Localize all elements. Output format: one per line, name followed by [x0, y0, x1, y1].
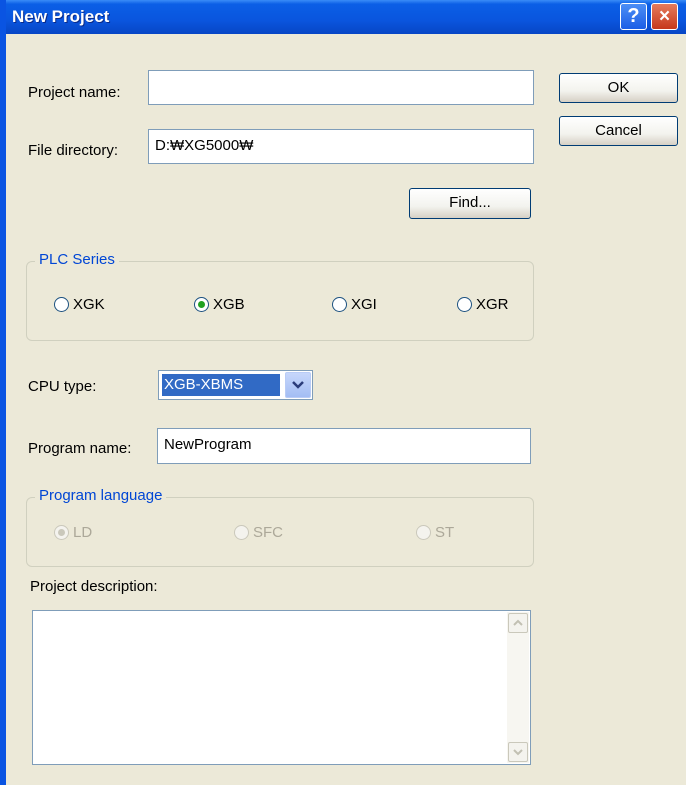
new-project-dialog: New Project ? × Project name: File direc… [0, 0, 686, 785]
cpu-type-label: CPU type: [28, 378, 97, 395]
chevron-down-icon[interactable] [285, 372, 311, 398]
help-icon: ? [627, 5, 640, 27]
radio-selected-icon [54, 525, 69, 540]
file-directory-label: File directory: [28, 142, 119, 159]
chevron-down-icon [513, 749, 523, 756]
radio-xgi-label: XGI [351, 296, 377, 313]
radio-st-label: ST [435, 524, 455, 541]
close-button[interactable]: × [651, 3, 678, 30]
project-description-textarea[interactable] [32, 610, 531, 765]
file-directory-input[interactable]: D:₩XG5000₩ [148, 129, 534, 164]
radio-xgk-label: XGK [73, 296, 105, 313]
radio-xgb-label: XGB [213, 296, 245, 313]
radio-circle-icon [457, 297, 472, 312]
program-name-input[interactable]: NewProgram [157, 428, 531, 464]
help-button[interactable]: ? [620, 3, 647, 30]
cpu-type-select[interactable]: XGB-XBMS [158, 370, 313, 400]
radio-sfc-label: SFC [253, 524, 283, 541]
scroll-down-button[interactable] [508, 742, 528, 762]
radio-ld[interactable]: LD [54, 524, 92, 541]
radio-xgr-label: XGR [476, 296, 509, 313]
program-language-legend: Program language [35, 487, 167, 504]
radio-xgk[interactable]: XGK [54, 296, 105, 313]
program-name-label: Program name: [28, 440, 132, 457]
cpu-type-value: XGB-XBMS [162, 374, 280, 396]
radio-circle-icon [54, 297, 69, 312]
radio-selected-icon [194, 297, 209, 312]
vertical-scrollbar[interactable] [507, 612, 529, 763]
close-icon: × [658, 6, 671, 27]
radio-xgr[interactable]: XGR [457, 296, 509, 313]
ok-button[interactable]: OK [559, 73, 678, 103]
radio-circle-icon [234, 525, 249, 540]
radio-ld-label: LD [73, 524, 93, 541]
project-name-label: Project name: [28, 84, 121, 101]
plc-series-legend: PLC Series [35, 251, 119, 268]
project-description-label: Project description: [30, 578, 158, 595]
cancel-button[interactable]: Cancel [559, 116, 678, 146]
dialog-title: New Project [12, 7, 110, 26]
radio-circle-icon [416, 525, 431, 540]
chevron-up-icon [513, 619, 523, 626]
radio-st[interactable]: ST [416, 524, 454, 541]
title-bar[interactable]: New Project ? × [6, 0, 686, 34]
find-button[interactable]: Find... [409, 188, 531, 219]
radio-xgi[interactable]: XGI [332, 296, 377, 313]
project-name-input[interactable] [148, 70, 534, 105]
radio-sfc[interactable]: SFC [234, 524, 283, 541]
radio-circle-icon [332, 297, 347, 312]
radio-xgb[interactable]: XGB [194, 296, 245, 313]
scroll-up-button[interactable] [508, 613, 528, 633]
